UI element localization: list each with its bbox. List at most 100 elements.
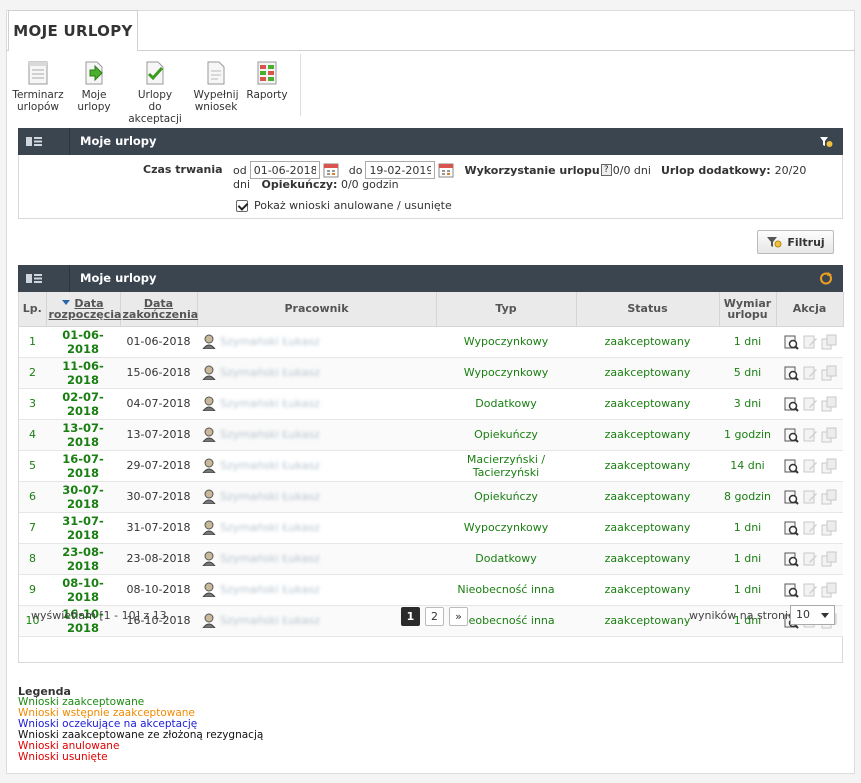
cell-start-date: 13-07-2018 <box>46 419 120 451</box>
view-details-icon[interactable] <box>783 551 799 567</box>
view-details-icon[interactable] <box>783 365 799 381</box>
show-cancelled-label[interactable]: Pokaż wnioski anulowane / usunięte <box>254 199 452 212</box>
extra-leave-unit: dni <box>233 178 251 191</box>
col-duration: Wymiar urlopu <box>719 292 777 327</box>
employee-name: Szymański Łukasz <box>220 459 320 472</box>
col-type: Typ <box>436 292 577 327</box>
help-icon[interactable]: ? <box>600 164 612 176</box>
next-page-button[interactable]: » <box>449 607 468 626</box>
cell-duration: 1 dni <box>719 326 776 358</box>
show-cancelled-row[interactable]: Pokaż wnioski anulowane / usunięte <box>236 199 452 212</box>
copy-icon <box>821 458 836 473</box>
cell-lp: 3 <box>19 388 46 420</box>
person-icon <box>202 520 216 535</box>
filter-button-label: Filtruj <box>787 235 825 249</box>
pagination-bar: wyświetlam [1 - 10] z 13 1 2 » wyników n… <box>19 596 842 630</box>
cell-type: Dodatkowy <box>436 388 576 420</box>
filter-toggle-icon[interactable] <box>819 135 833 148</box>
cell-status: zaakceptowany <box>576 450 719 482</box>
cell-duration: 8 godzin <box>719 481 776 513</box>
cell-start-date: 01-06-2018 <box>46 326 120 358</box>
toolbar-separator <box>300 54 301 116</box>
toolbar-moje-label-2: urlopy <box>77 101 111 113</box>
refresh-icon[interactable] <box>819 272 833 285</box>
table-row[interactable]: 1 01-06-2018 01-06-2018 Szymański Łukasz Wyp… <box>19 326 843 358</box>
toolbar-wypelnij-button[interactable]: Wypełnij wniosek <box>190 58 242 118</box>
from-date-input[interactable] <box>249 161 320 179</box>
calendar-icon[interactable] <box>438 162 454 178</box>
toolbar-moje-label-1: Moje <box>81 89 107 101</box>
cell-duration: 5 dni <box>719 357 776 389</box>
col-start-date[interactable]: Data rozpoczęcia <box>46 292 121 327</box>
view-details-icon[interactable] <box>783 489 799 505</box>
care-label: Opiekuńczy: <box>261 178 338 191</box>
view-details-icon[interactable] <box>783 334 799 350</box>
cell-employee: Szymański Łukasz <box>197 388 436 420</box>
cell-end-date: 15-06-2018 <box>120 357 197 389</box>
page-1-button[interactable]: 1 <box>401 607 420 626</box>
calendar-icon[interactable] <box>323 162 339 178</box>
cell-employee: Szymański Łukasz <box>197 357 436 389</box>
toolbar-akceptacji-label-2: do akceptacji <box>128 101 182 125</box>
table-row[interactable]: 5 16-07-2018 29-07-2018 Szymański Łukasz Mac… <box>19 450 843 482</box>
table-row[interactable]: 3 02-07-2018 04-07-2018 Szymański Łukasz Dod… <box>19 388 843 420</box>
show-cancelled-checkbox[interactable] <box>236 199 248 212</box>
check-document-icon <box>146 61 164 85</box>
cell-status: zaakceptowany <box>576 512 719 544</box>
cell-end-date: 23-08-2018 <box>120 543 197 575</box>
copy-icon <box>821 551 836 566</box>
view-details-icon[interactable] <box>783 427 799 443</box>
toolbar-akceptacji-label-1: Urlopy <box>137 89 173 101</box>
table-row[interactable]: 2 11-06-2018 15-06-2018 Szymański Łukasz Wyp… <box>19 357 843 389</box>
filter-button[interactable]: Filtruj <box>757 230 834 254</box>
cell-employee: Szymański Łukasz <box>197 543 436 575</box>
view-details-icon[interactable] <box>783 458 799 474</box>
filter-panel-title: Moje urlopy <box>80 134 157 148</box>
arrow-document-icon <box>85 61 103 85</box>
duration-label: Czas trwania <box>143 163 223 176</box>
panel-menu-icon[interactable] <box>26 274 42 283</box>
cell-end-date: 01-06-2018 <box>120 326 197 358</box>
cell-end-date: 30-07-2018 <box>120 481 197 513</box>
cell-actions <box>776 450 843 482</box>
cell-employee: Szymański Łukasz <box>197 481 436 513</box>
cell-actions <box>776 388 843 420</box>
legend: Legenda Wnioski zaakceptowane Wnioski wst… <box>18 686 263 763</box>
usage-label: Wykorzystanie urlopu <box>464 163 600 177</box>
toolbar-do-akceptacji-button[interactable]: Urlopy do akceptacji <box>122 58 188 125</box>
cell-status: zaakceptowany <box>576 419 719 451</box>
cell-end-date: 04-07-2018 <box>120 388 197 420</box>
person-icon <box>202 489 216 504</box>
cell-employee: Szymański Łukasz <box>197 326 436 358</box>
cell-status: zaakceptowany <box>576 326 719 358</box>
toolbar-terminarz-label-1: Terminarz <box>12 89 64 101</box>
toolbar-moje-urlopy-button[interactable]: Moje urlopy <box>68 58 120 118</box>
employee-name: Szymański Łukasz <box>220 521 320 534</box>
table-row[interactable]: 6 30-07-2018 30-07-2018 Szymański Łukasz Opi… <box>19 481 843 513</box>
cell-end-date: 31-07-2018 <box>120 512 197 544</box>
per-page-select[interactable]: 10 <box>790 605 835 625</box>
col-end-date[interactable]: Data zakończenia <box>120 292 198 327</box>
cell-lp: 7 <box>19 512 46 544</box>
toolbar-raporty-button[interactable]: Raporty <box>244 58 290 118</box>
cell-start-date: 31-07-2018 <box>46 512 120 544</box>
col-employee: Pracownik <box>197 292 437 327</box>
copy-icon <box>821 365 836 380</box>
view-details-icon[interactable] <box>783 396 799 412</box>
tab-moje-urlopy[interactable]: MOJE URLOPY <box>8 10 138 51</box>
cell-actions <box>776 512 843 544</box>
page-2-button[interactable]: 2 <box>425 607 444 626</box>
cell-type: Opiekuńczy <box>436 481 576 513</box>
toolbar-wypelnij-label-1: Wypełnij <box>193 89 239 101</box>
person-icon <box>202 334 216 349</box>
cell-status: zaakceptowany <box>576 357 719 389</box>
table-row[interactable]: 8 23-08-2018 23-08-2018 Szymański Łukasz Dod… <box>19 543 843 575</box>
calendar-list-icon <box>28 61 48 85</box>
table-row[interactable]: 7 31-07-2018 31-07-2018 Szymański Łukasz Wyp… <box>19 512 843 544</box>
view-details-icon[interactable] <box>783 520 799 536</box>
panel-menu-icon[interactable] <box>26 137 42 146</box>
to-date-input[interactable] <box>365 161 436 179</box>
toolbar-terminarz-button[interactable]: Terminarz urlopów <box>10 58 66 118</box>
table-row[interactable]: 4 13-07-2018 13-07-2018 Szymański Łukasz Opi… <box>19 419 843 451</box>
cell-duration: 1 dni <box>719 512 776 544</box>
